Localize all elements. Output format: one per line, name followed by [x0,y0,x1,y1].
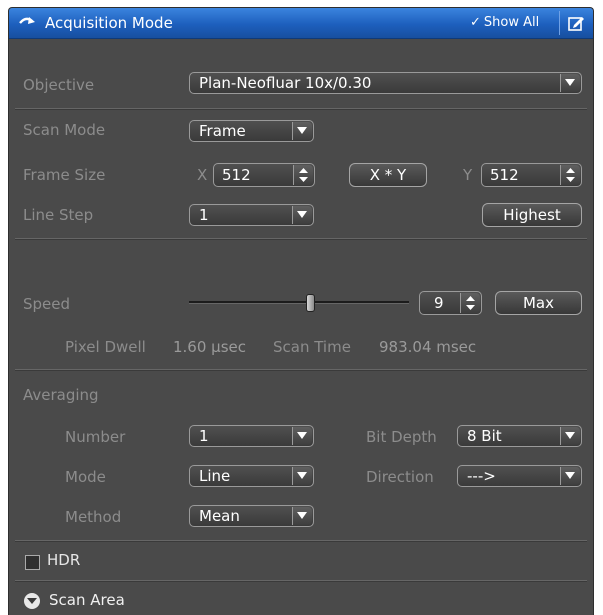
frame-size-label: Frame Size [23,166,106,184]
stepper-arrows-icon[interactable] [560,165,580,185]
show-all-label: Show All [483,15,540,30]
chevron-down-icon [560,74,580,92]
panel-title: Acquisition Mode [45,14,173,32]
stepper-arrows-icon[interactable] [293,165,313,185]
scan-mode-value: Frame [199,122,246,140]
divider [15,238,587,240]
speed-label: Speed [23,295,71,313]
show-all-toggle[interactable]: ✓ Show All [470,15,539,30]
objective-value: Plan-Neofluar 10x/0.30 [199,74,372,92]
objective-label: Objective [23,76,95,94]
chevron-down-icon [292,507,312,525]
hdr-label: HDR [47,551,81,569]
stepper-arrows-icon[interactable] [460,293,480,313]
scan-time-label: Scan Time [273,338,351,356]
averaging-label: Averaging [23,386,99,404]
max-button[interactable]: Max [495,291,582,315]
speed-slider-track[interactable] [189,301,409,304]
expand-circle-icon[interactable] [24,593,40,609]
edit-icon[interactable] [567,14,585,32]
checkmark-icon: ✓ [470,15,481,30]
hdr-checkbox[interactable] [25,555,40,570]
divider [15,580,587,582]
number-value: 1 [199,427,209,445]
speed-value: 9 [434,294,444,312]
chevron-down-icon [292,467,312,485]
bit-depth-label: Bit Depth [366,428,437,446]
header-divider [559,11,560,35]
mode-value: Line [199,467,231,485]
collapse-arrow-icon[interactable] [18,14,38,32]
pixel-dwell-label: Pixel Dwell [65,338,146,356]
direction-value: ---> [467,467,496,485]
line-step-label: Line Step [23,206,94,224]
frame-y-value: 512 [490,166,519,184]
highest-button[interactable]: Highest [482,203,582,227]
method-label: Method [65,508,122,526]
direction-label: Direction [366,468,434,486]
divider [15,108,587,110]
bit-depth-select[interactable]: 8 Bit [457,425,582,447]
line-step-select[interactable]: 1 [189,204,314,226]
bit-depth-value: 8 Bit [467,427,502,445]
speed-stepper[interactable]: 9 [419,291,482,315]
scan-mode-select[interactable]: Frame [189,120,314,142]
frame-y-label: Y [463,166,473,184]
method-value: Mean [199,507,240,525]
objective-select[interactable]: Plan-Neofluar 10x/0.30 [189,72,582,94]
scan-area-section[interactable]: Scan Area [49,591,125,609]
mode-select[interactable]: Line [189,465,314,487]
frame-y-stepper[interactable]: 512 [481,163,582,187]
frame-x-stepper[interactable]: 512 [213,163,315,187]
chevron-down-icon [292,122,312,140]
chevron-down-icon [292,427,312,445]
pixel-dwell-value: 1.60 µsec [173,338,247,356]
number-select[interactable]: 1 [189,425,314,447]
chevron-down-icon [560,427,580,445]
chevron-down-icon [560,467,580,485]
frame-x-label: X [197,166,208,184]
line-step-value: 1 [199,206,209,224]
scan-time-value: 983.04 msec [379,338,477,356]
acquisition-mode-panel: Acquisition Mode ✓ Show All Objective Pla… [8,7,594,615]
direction-select[interactable]: ---> [457,465,582,487]
panel-header[interactable]: Acquisition Mode ✓ Show All [9,8,593,39]
divider [15,540,587,542]
divider [15,369,587,371]
x-times-y-button[interactable]: X * Y [349,163,427,187]
method-select[interactable]: Mean [189,505,314,527]
mode-label: Mode [65,468,106,486]
chevron-down-icon [292,206,312,224]
speed-slider-thumb[interactable] [306,294,315,312]
frame-x-value: 512 [222,166,251,184]
number-label: Number [65,428,126,446]
scan-mode-label: Scan Mode [23,121,106,139]
